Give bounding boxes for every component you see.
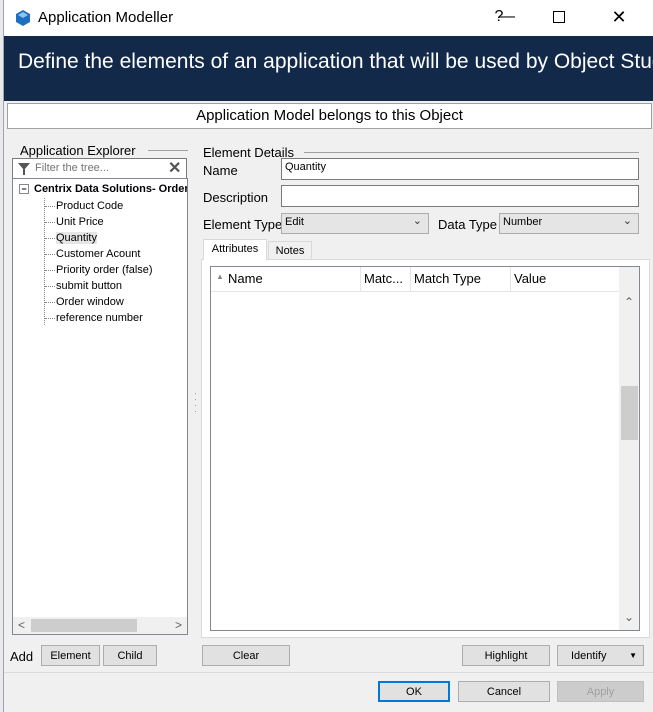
chevron-down-icon: ⌄: [622, 215, 632, 227]
object-belongs-bar[interactable]: Application Model belongs to this Object: [7, 103, 652, 129]
add-child-button[interactable]: Child: [103, 645, 157, 666]
header-banner: Define the elements of an application th…: [4, 36, 653, 101]
attributes-grid[interactable]: ▲ Name Matc... Match Type Value ⌃ ⌄: [210, 266, 640, 631]
element-type-select[interactable]: Edit ⌄: [281, 213, 429, 234]
filter-icon: [18, 163, 30, 175]
apply-button: Apply: [557, 681, 644, 702]
maximize-icon: [553, 11, 565, 23]
maximize-button[interactable]: [549, 4, 569, 30]
minimize-button[interactable]: —: [495, 4, 519, 30]
chevron-down-icon: ⌄: [412, 215, 422, 227]
tree-item-label: submit button: [56, 280, 123, 292]
grid-header: ▲ Name Matc... Match Type Value: [211, 267, 620, 292]
tree-item-priority-order[interactable]: Priority order (false): [45, 264, 153, 276]
tree-item-label: Priority order (false): [56, 264, 153, 276]
details-divider: [304, 152, 639, 153]
tree-root-label: Centrix Data Solutions- Order: [34, 183, 188, 195]
explorer-divider: [148, 150, 188, 151]
tree-item-reference-number[interactable]: reference number: [45, 312, 143, 324]
data-type-label: Data Type: [438, 217, 498, 232]
scroll-thumb[interactable]: [621, 386, 638, 440]
clear-button[interactable]: Clear: [202, 645, 290, 666]
application-modeller-window: Application Modeller ? — ✕ Define the el…: [3, 0, 653, 712]
tree-item-customer-acount[interactable]: Customer Acount: [45, 248, 140, 260]
title-bar: Application Modeller ? — ✕: [4, 0, 653, 36]
data-type-select[interactable]: Number ⌄: [499, 213, 639, 234]
attributes-panel: ▲ Name Matc... Match Type Value ⌃ ⌄: [201, 259, 650, 638]
dialog-footer: [4, 673, 653, 712]
tree-root-node[interactable]: − Centrix Data Solutions- Order: [19, 183, 188, 195]
column-header-match[interactable]: Matc...: [364, 271, 403, 286]
tree-item-label: Product Code: [56, 200, 124, 212]
element-type-value: Edit: [285, 216, 304, 228]
window-title: Application Modeller: [38, 9, 174, 26]
tab-notes[interactable]: Notes: [268, 241, 312, 260]
tree-item-unit-price[interactable]: Unit Price: [45, 216, 104, 228]
banner-text: Define the elements of an application th…: [18, 50, 653, 73]
tree-item-label: Customer Acount: [56, 248, 141, 260]
column-header-match-type[interactable]: Match Type: [414, 271, 481, 286]
add-element-button[interactable]: Element: [41, 645, 100, 666]
add-label: Add: [10, 649, 34, 664]
tree-item-label: Quantity: [56, 232, 97, 244]
scroll-left-icon[interactable]: <: [13, 617, 30, 634]
tree-filter-input[interactable]: [35, 160, 165, 176]
scroll-down-icon[interactable]: ⌄: [619, 610, 639, 624]
app-icon: [16, 10, 30, 26]
collapse-icon[interactable]: −: [19, 184, 29, 195]
tree-item-label: Order window: [56, 296, 124, 308]
tree-item-quantity[interactable]: Quantity: [45, 232, 97, 244]
data-type-value: Number: [503, 216, 543, 228]
grid-vertical-scrollbar[interactable]: ⌃ ⌄: [619, 267, 639, 630]
tree-item-product-code[interactable]: Product Code: [45, 200, 123, 212]
name-label: Name: [203, 163, 238, 178]
scroll-up-icon[interactable]: ⌃: [619, 295, 639, 309]
sort-ascending-icon: ▲: [216, 272, 224, 281]
identify-label: Identify: [571, 650, 607, 662]
tab-attributes[interactable]: Attributes: [203, 239, 267, 260]
object-belongs-text: Application Model belongs to this Object: [196, 107, 463, 124]
identify-button[interactable]: Identify ▼: [557, 645, 644, 666]
splitter-handle[interactable]: · · · ·: [194, 389, 197, 416]
column-header-name[interactable]: Name: [228, 271, 263, 286]
column-separator[interactable]: [410, 267, 411, 291]
tree-item-label: Unit Price: [56, 216, 104, 228]
explorer-title: Application Explorer: [20, 143, 136, 158]
cancel-button[interactable]: Cancel: [458, 681, 550, 702]
column-header-value[interactable]: Value: [514, 271, 546, 286]
application-tree[interactable]: − Centrix Data Solutions- Order Product C…: [12, 178, 188, 635]
dropdown-arrow-icon[interactable]: ▼: [629, 646, 637, 666]
column-separator[interactable]: [360, 267, 361, 291]
tree-item-label: reference number: [56, 312, 143, 324]
element-type-label: Element Type: [203, 217, 283, 232]
tree-filter[interactable]: ✕: [12, 158, 187, 179]
description-field[interactable]: [281, 185, 639, 207]
scroll-right-icon[interactable]: >: [170, 617, 187, 634]
description-label: Description: [203, 190, 269, 205]
highlight-button[interactable]: Highlight: [462, 645, 550, 666]
column-separator[interactable]: [510, 267, 511, 291]
clear-filter-icon[interactable]: ✕: [168, 158, 181, 178]
close-button[interactable]: ✕: [607, 4, 631, 30]
scroll-thumb[interactable]: [31, 619, 137, 632]
tree-item-order-window[interactable]: Order window: [45, 296, 124, 308]
tree-item-submit-button[interactable]: submit button: [45, 280, 122, 292]
name-field[interactable]: Quantity: [281, 158, 639, 180]
tree-horizontal-scrollbar[interactable]: < >: [13, 617, 187, 634]
ok-button[interactable]: OK: [378, 681, 450, 702]
